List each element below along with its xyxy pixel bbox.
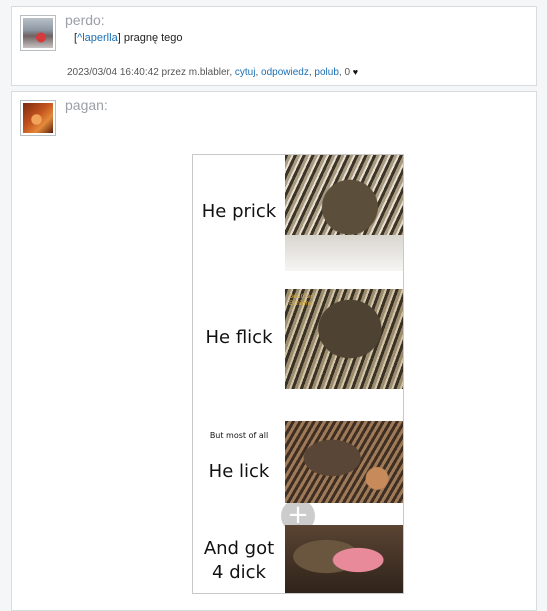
echidna-photo xyxy=(285,525,403,593)
reply-to-link[interactable]: ^laperlla xyxy=(77,32,118,44)
comment-meta: 2023/03/04 16:40:42 przez m.blabler, cyt… xyxy=(67,67,359,78)
comment: pagan: He prick He flick Bearded Echidna ·… xyxy=(11,91,537,611)
comment-content: [^laperlla] pragnę tego xyxy=(74,32,183,44)
meme-panel: He prick xyxy=(193,155,403,271)
avatar[interactable] xyxy=(20,15,56,51)
comment: perdo: [^laperlla] pragnę tego 2023/03/0… xyxy=(11,6,537,86)
meme-subcaption: But most of all xyxy=(209,431,269,440)
like-count: 0 xyxy=(344,67,350,78)
meme-caption: He prick xyxy=(201,201,277,222)
avatar[interactable] xyxy=(20,100,56,136)
comment-author[interactable]: perdo: xyxy=(65,12,105,28)
meme-caption: And got 4 dick xyxy=(203,538,275,583)
meme-caption: He lick xyxy=(208,461,270,482)
meme-panel: He flick Bearded Echidna ··· + xyxy=(193,289,403,533)
comment-text: pragnę tego xyxy=(120,32,183,44)
meme-caption: He flick xyxy=(205,327,273,348)
comment-date: 2023/03/04 16:40:42 przez m.blabler, xyxy=(67,67,233,78)
heart-icon: ♥ xyxy=(352,67,359,77)
meme-image[interactable]: He prick He flick Bearded Echidna ··· + Bu… xyxy=(192,154,404,594)
quote-link[interactable]: cytuj xyxy=(235,67,256,78)
echidna-photo: Bearded Echidna ··· xyxy=(285,289,403,389)
echidna-photo xyxy=(285,421,403,503)
meme-panel: And got 4 dick xyxy=(193,525,403,593)
comment-author[interactable]: pagan: xyxy=(65,97,108,113)
echidna-photo xyxy=(285,155,403,271)
like-link[interactable]: polub xyxy=(314,67,338,78)
meme-panel: But most of all He lick xyxy=(193,421,403,503)
photo-watermark: Bearded Echidna ··· xyxy=(289,293,315,314)
reply-link[interactable]: odpowiedz xyxy=(261,67,309,78)
